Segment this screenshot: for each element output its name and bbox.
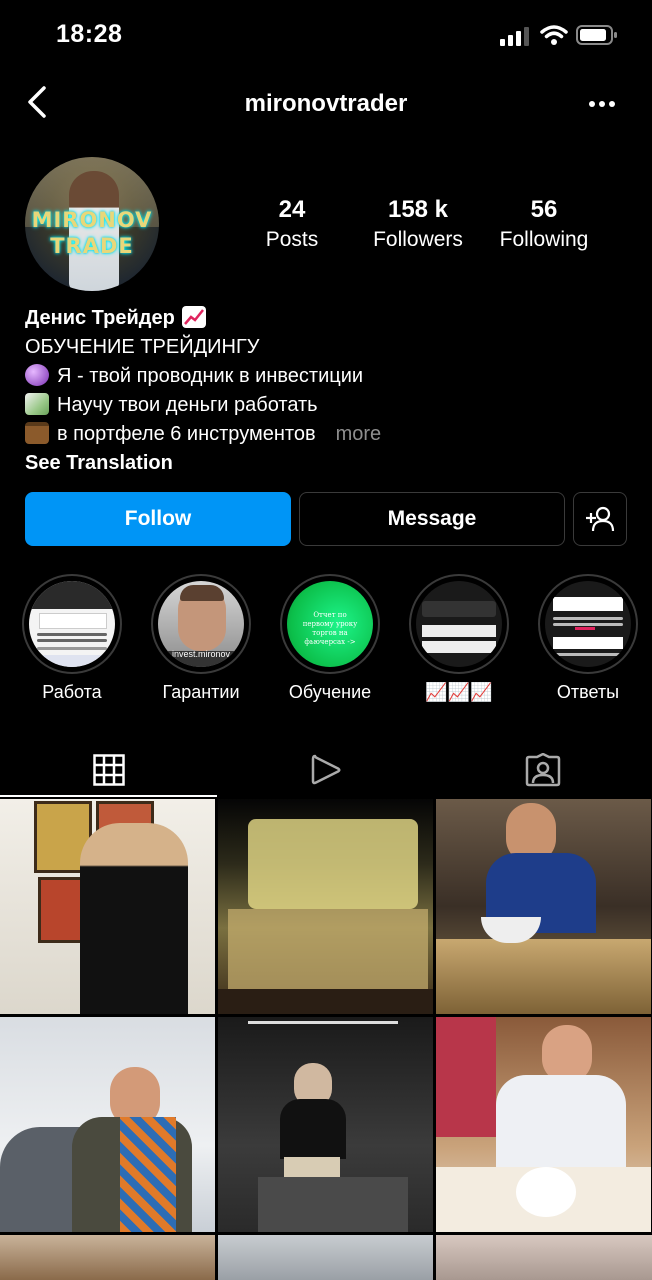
highlight-label: Работа [42,682,102,702]
highlight-garantii[interactable]: invest.mironov Гарантии [151,574,251,703]
bio-more-link[interactable]: more [336,423,382,445]
highlight-cover [545,581,631,667]
wifi-icon [540,25,568,45]
tab-tagged[interactable] [434,742,651,798]
post-thumbnail[interactable] [0,1235,215,1280]
status-time: 18:28 [56,20,123,48]
grid-icon [92,754,125,786]
highlight-obuchenie[interactable]: Отчет по первому уроку торгов на фьючерс… [280,574,380,703]
highlight-label: Обучение [288,682,372,702]
money-wings-icon [25,393,49,415]
posts-count: 24 [278,196,306,223]
highlight-charts[interactable]: 📈📈📈 [409,574,509,703]
add-user-icon [586,506,615,532]
highlight-label: Гарантии [162,682,240,702]
profile-avatar[interactable]: MIRONOV TRADE [25,157,159,291]
avatar-logo: MIRONOV TRADE [31,208,153,258]
follow-button[interactable]: Follow [25,492,291,546]
post-thumbnail[interactable] [0,1017,215,1232]
active-tab-indicator [0,795,217,797]
highlight-rabota[interactable]: Работа [22,574,122,703]
chart-increasing-icon [182,306,207,328]
tab-grid[interactable] [0,742,217,798]
followers-label: Followers [373,228,463,251]
stat-followers[interactable]: 158 k Followers [348,196,488,252]
cellular-signal-icon [500,27,529,46]
post-thumbnail[interactable] [218,1017,433,1232]
tab-reels[interactable] [217,742,434,798]
bio-line-2: Я - твой проводник в инвестиции [57,365,364,387]
highlight-cover: invest.mironov [158,581,244,667]
suggested-users-button[interactable] [573,492,627,546]
posts-label: Posts [265,228,319,251]
post-thumbnail[interactable] [436,1235,652,1280]
stat-posts[interactable]: 24 Posts [222,196,362,252]
see-translation-link[interactable]: See Translation [25,449,381,478]
crystal-ball-icon [25,364,49,386]
briefcase-icon [25,422,49,444]
post-thumbnail[interactable] [436,1017,651,1232]
highlight-cover [29,581,115,667]
highlight-label: 📈📈📈 [425,682,493,702]
bio-line-3: Научу твои деньги работать [57,394,318,416]
stat-following[interactable]: 56 Following [474,196,614,252]
highlight-otvety[interactable]: Ответы [538,574,638,703]
post-thumbnail[interactable] [218,1235,433,1280]
highlight-cover [416,581,502,667]
post-thumbnail[interactable] [218,799,433,1014]
more-options-icon[interactable] [588,98,616,110]
play-icon [311,754,340,785]
bio-line-4: в портфеле 6 инструментов [57,423,316,445]
bio-line-1: ОБУЧЕНИЕ ТРЕЙДИНГУ [25,336,260,358]
post-thumbnail[interactable] [0,799,215,1014]
highlight-cover: Отчет по первому уроку торгов на фьючерс… [287,581,373,667]
message-button[interactable]: Message [299,492,565,546]
post-thumbnail[interactable] [436,799,651,1014]
battery-icon [576,25,617,45]
tagged-user-icon [525,753,560,787]
followers-count: 158 k [387,196,449,223]
highlight-label: Ответы [556,682,620,702]
following-count: 56 [530,196,558,223]
profile-display-name: Денис Трейдер [25,307,175,329]
profile-bio: Денис Трейдер ОБУЧЕНИЕ ТРЕЙДИНГУ Я - тво… [25,304,381,478]
profile-username: mironovtrader [244,90,408,117]
following-label: Following [499,228,589,251]
